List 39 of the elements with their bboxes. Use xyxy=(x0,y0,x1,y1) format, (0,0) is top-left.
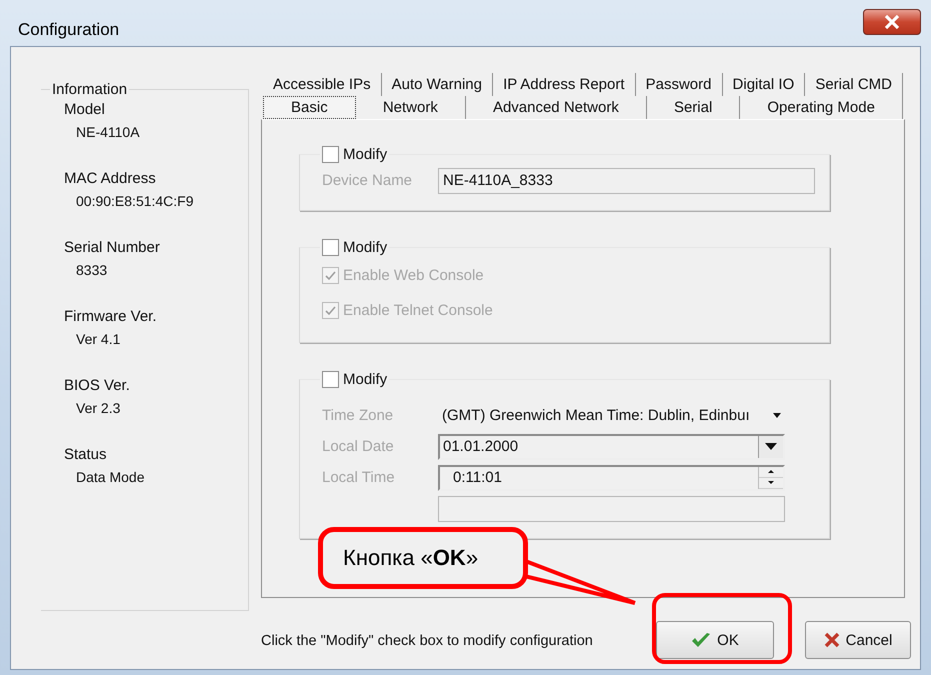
info-label: Status xyxy=(64,445,108,465)
check-icon xyxy=(325,306,336,316)
checkbox-label: Modify xyxy=(343,371,388,388)
checkbox-label: Modify xyxy=(343,239,388,256)
info-value: Ver 4.1 xyxy=(76,330,122,349)
info-value: 00:90:E8:51:4C:F9 xyxy=(76,192,195,211)
info-value: 8333 xyxy=(76,261,108,280)
info-value: Ver 2.3 xyxy=(76,399,122,418)
tab[interactable]: Basic xyxy=(263,96,356,119)
info-label: BIOS Ver. xyxy=(64,376,131,396)
cancel-button[interactable]: Cancel xyxy=(805,621,911,659)
field-label: Local Date xyxy=(322,438,395,455)
modify-checkbox[interactable] xyxy=(322,371,339,388)
checkbox-label: Enable Web Console xyxy=(343,267,484,284)
check-icon xyxy=(325,270,336,280)
checkbox-label: Modify xyxy=(343,146,388,163)
hint-text: Click the "Modify" check box to modify configuration xyxy=(261,633,593,649)
checkbox-label: Enable Telnet Console xyxy=(343,302,493,319)
info-label: Serial Number xyxy=(64,238,161,258)
check-icon xyxy=(691,632,712,648)
window-title: Configuration xyxy=(18,20,120,40)
caret-icon xyxy=(765,443,777,450)
info-label: Firmware Ver. xyxy=(64,307,158,327)
cross-icon xyxy=(824,632,840,648)
info-value: NE-4110A xyxy=(76,123,141,142)
field-label: Time Zone xyxy=(322,407,394,424)
info-label: Model xyxy=(64,100,106,120)
close-button[interactable] xyxy=(863,9,921,35)
group-title: Information xyxy=(51,81,128,98)
field-label: Device Name xyxy=(322,172,414,189)
info-value: Data Mode xyxy=(76,468,146,487)
modify-checkbox[interactable] xyxy=(322,146,339,163)
field-label: Local Time xyxy=(322,469,396,486)
modify-checkbox[interactable] xyxy=(322,239,339,256)
caret-icon xyxy=(773,413,781,418)
callout: Кнопка «OK» xyxy=(318,527,528,589)
ok-button[interactable]: OK xyxy=(656,621,774,659)
info-label: MAC Address xyxy=(64,169,157,189)
close-icon xyxy=(883,15,901,29)
